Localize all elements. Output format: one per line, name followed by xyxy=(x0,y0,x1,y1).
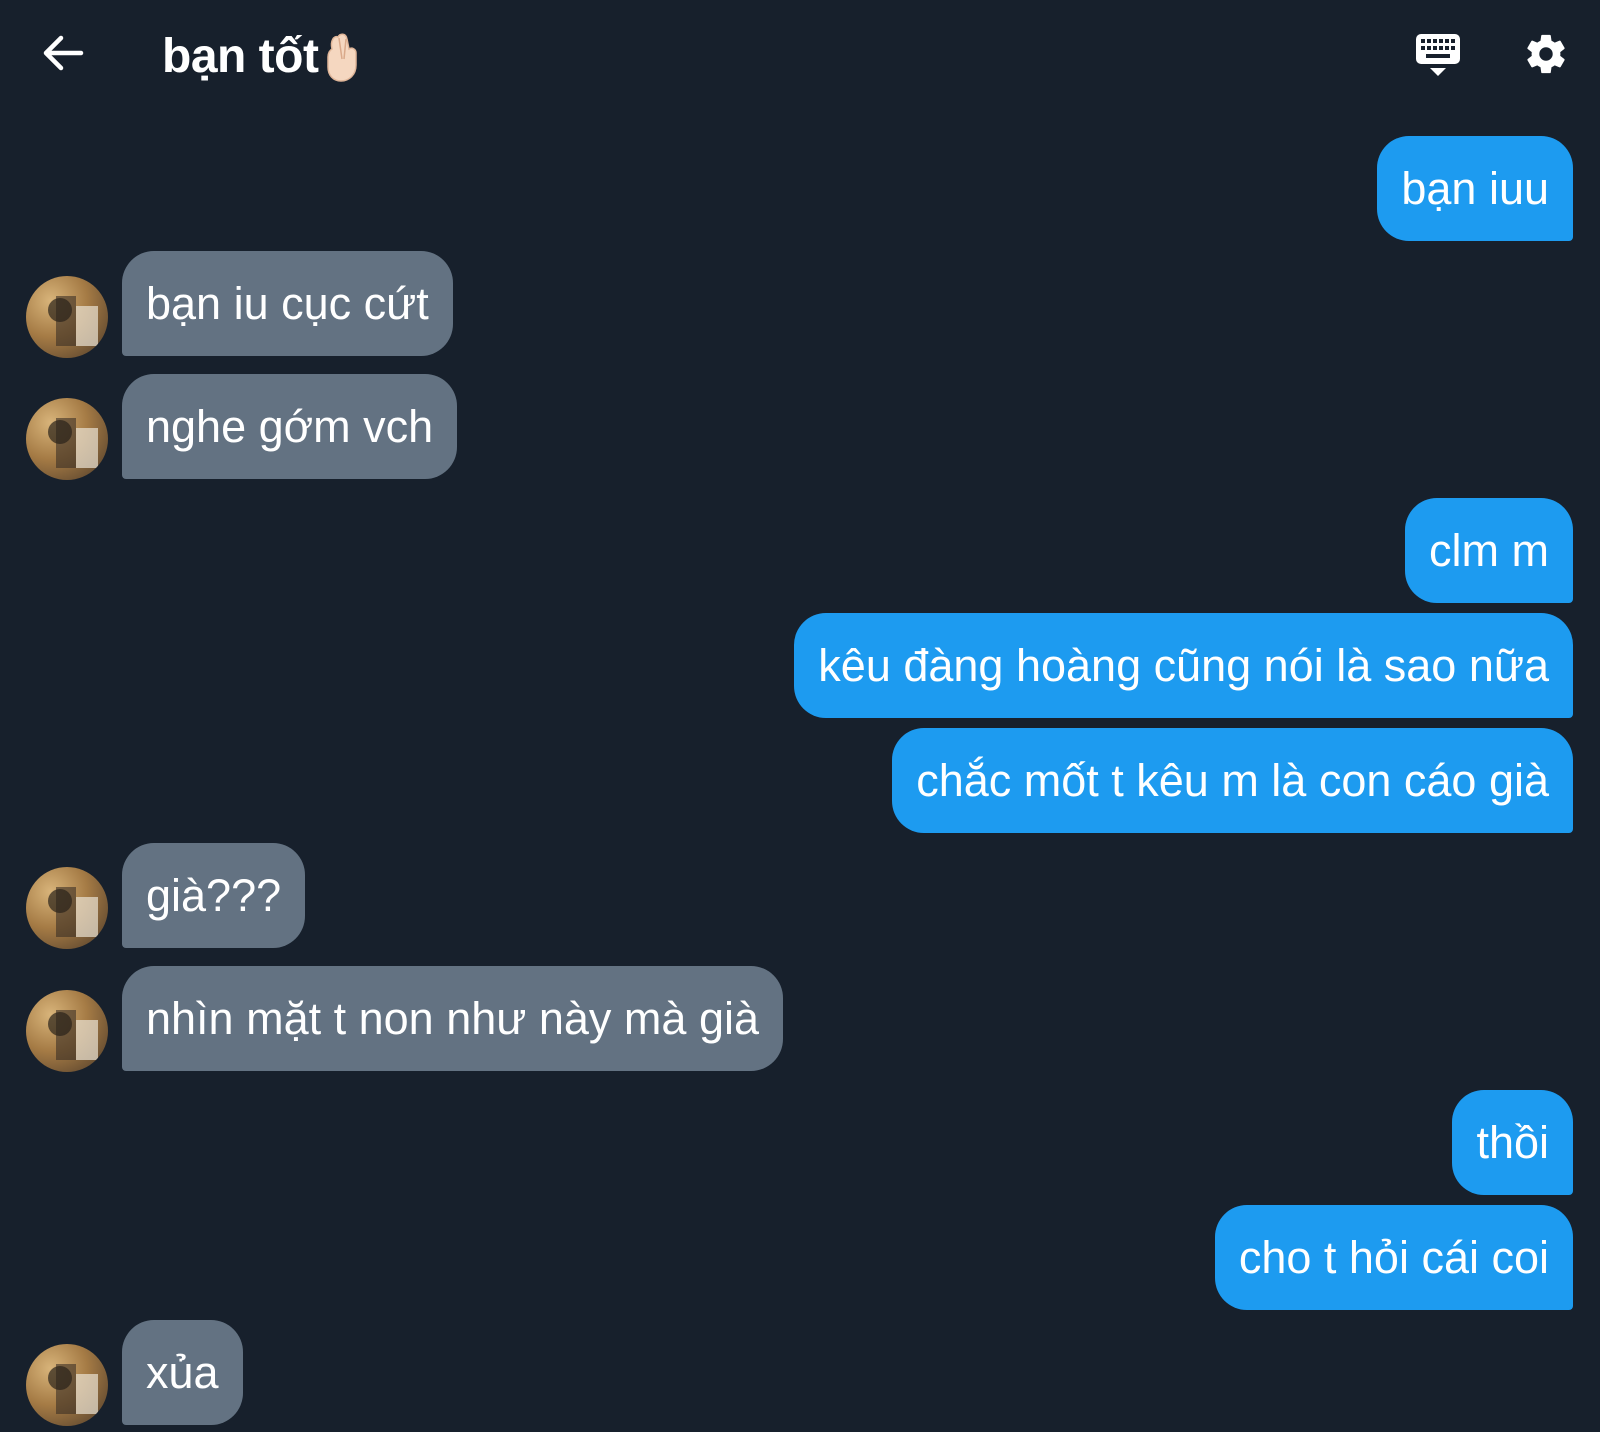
message-bubble-outgoing[interactable]: thồi xyxy=(1452,1090,1573,1195)
message-bubble-incoming[interactable]: xủa xyxy=(122,1320,243,1425)
message-bubble-outgoing[interactable]: clm m xyxy=(1405,498,1573,603)
message-text: kêu đàng hoàng cũng nói là sao nữa xyxy=(818,639,1549,691)
message-text: clm m xyxy=(1429,524,1549,576)
conversation-title-area: bạn tốt xyxy=(162,26,362,86)
keyboard-button[interactable] xyxy=(1410,28,1466,84)
avatar[interactable] xyxy=(26,990,108,1072)
settings-button[interactable] xyxy=(1518,28,1574,84)
crossed-fingers-emoji-icon xyxy=(322,29,362,83)
message-text: già??? xyxy=(146,869,282,921)
avatar[interactable] xyxy=(26,276,108,358)
message-text: cho t hỏi cái coi xyxy=(1238,1231,1549,1283)
message-bubble-incoming[interactable]: bạn iu cục cứt xyxy=(122,251,453,356)
message-text: bạn iuu xyxy=(1401,162,1549,214)
message-text: bạn iu cục cứt xyxy=(146,277,429,329)
keyboard-icon xyxy=(1414,30,1462,83)
avatar[interactable] xyxy=(26,867,108,949)
back-button[interactable] xyxy=(38,30,88,80)
message-text: nghe gớm vch xyxy=(146,400,434,452)
message-bubble-incoming[interactable]: già??? xyxy=(122,843,306,948)
gear-icon xyxy=(1523,31,1569,82)
avatar[interactable] xyxy=(26,1344,108,1426)
message-text: thồi xyxy=(1476,1116,1549,1168)
message-text: nhìn mặt t non như này mà già xyxy=(146,992,759,1044)
avatar[interactable] xyxy=(26,398,108,480)
message-bubble-outgoing[interactable]: cho t hỏi cái coi xyxy=(1214,1205,1573,1310)
conversation-title: bạn tốt xyxy=(162,29,319,83)
chat-header: bạn tốt xyxy=(0,0,1600,112)
message-bubble-outgoing[interactable]: chắc mốt t kêu m là con cáo già xyxy=(892,728,1573,833)
message-bubble-incoming[interactable]: nhìn mặt t non như này mà già xyxy=(122,966,783,1071)
message-bubble-outgoing[interactable]: bạn iuu xyxy=(1377,136,1573,241)
message-text: xủa xyxy=(146,1346,219,1398)
message-bubble-outgoing[interactable]: kêu đàng hoàng cũng nói là sao nữa xyxy=(794,613,1573,718)
message-text: chắc mốt t kêu m là con cáo già xyxy=(916,754,1549,806)
back-arrow-icon xyxy=(41,31,85,80)
message-bubble-incoming[interactable]: nghe gớm vch xyxy=(122,374,458,479)
